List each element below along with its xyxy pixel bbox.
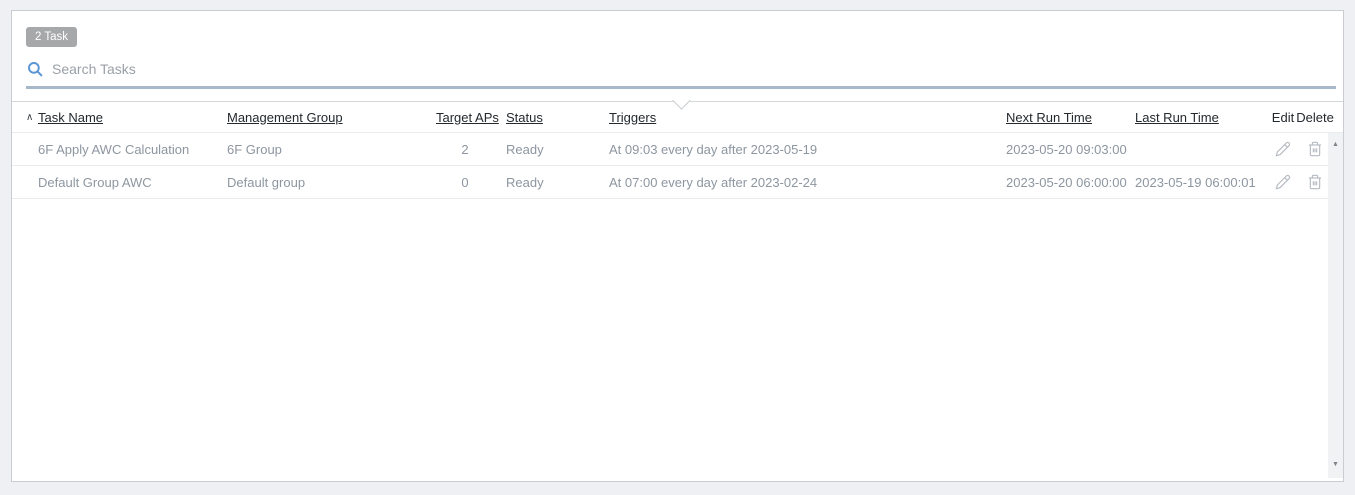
column-header-label: Triggers [609, 110, 656, 125]
cell-task-name: 6F Apply AWC Calculation [26, 142, 227, 157]
edit-pencil-icon[interactable] [1275, 141, 1291, 157]
column-header-label: Status [506, 110, 543, 125]
cell-last-run-time: 2023-05-19 06:00:01 [1135, 175, 1265, 190]
column-header-label: Delete [1296, 110, 1334, 125]
cell-triggers: At 09:03 every day after 2023-05-19 [609, 142, 1006, 157]
search-underline [26, 86, 1336, 89]
search-input[interactable] [52, 61, 1329, 77]
tasks-panel: 2 Task ∧ Task Name Management Group Targ… [11, 10, 1344, 482]
search-bar [26, 55, 1329, 83]
scroll-down-arrow-icon[interactable]: ▼ [1328, 456, 1343, 472]
badge-row: 2 Task [26, 27, 1343, 47]
column-header-task-name[interactable]: ∧ Task Name [26, 110, 227, 125]
cell-management-group: Default group [227, 175, 436, 190]
column-header-next-run-time[interactable]: Next Run Time [1006, 110, 1135, 125]
column-header-label: Target APs [436, 110, 499, 125]
column-header-triggers[interactable]: Triggers [609, 110, 1006, 125]
cell-task-name: Default Group AWC [26, 175, 227, 190]
edit-pencil-icon[interactable] [1275, 174, 1291, 190]
column-header-last-run-time[interactable]: Last Run Time [1135, 110, 1265, 125]
column-header-status[interactable]: Status [506, 110, 609, 125]
cell-management-group: 6F Group [227, 142, 436, 157]
scroll-up-arrow-icon[interactable]: ▲ [1328, 136, 1343, 152]
delete-trash-icon[interactable] [1307, 141, 1323, 157]
column-header-label: Task Name [38, 110, 103, 125]
task-count-badge: 2 Task [26, 27, 77, 47]
column-header-label: Edit [1272, 110, 1294, 125]
column-header-label: Last Run Time [1135, 110, 1219, 125]
cell-target-aps: 0 [436, 175, 494, 190]
vertical-scrollbar[interactable]: ▲ ▼ [1328, 133, 1343, 478]
column-header-label: Management Group [227, 110, 343, 125]
column-header-delete: Delete [1301, 110, 1329, 125]
cell-next-run-time: 2023-05-20 09:03:00 [1006, 142, 1135, 157]
delete-trash-icon[interactable] [1307, 174, 1323, 190]
task-row[interactable]: Default Group AWC Default group 0 Ready … [12, 166, 1343, 199]
cell-triggers: At 07:00 every day after 2023-02-24 [609, 175, 1006, 190]
column-header-target-aps[interactable]: Target APs [436, 110, 494, 125]
column-header-label: Next Run Time [1006, 110, 1092, 125]
search-icon [26, 60, 44, 78]
cell-next-run-time: 2023-05-20 06:00:00 [1006, 175, 1135, 190]
cell-target-aps: 2 [436, 142, 494, 157]
cell-status: Ready [506, 142, 609, 157]
task-row[interactable]: 6F Apply AWC Calculation 6F Group 2 Read… [12, 133, 1343, 166]
sort-ascending-icon: ∧ [26, 112, 38, 123]
column-header-management-group[interactable]: Management Group [227, 110, 436, 125]
cell-status: Ready [506, 175, 609, 190]
